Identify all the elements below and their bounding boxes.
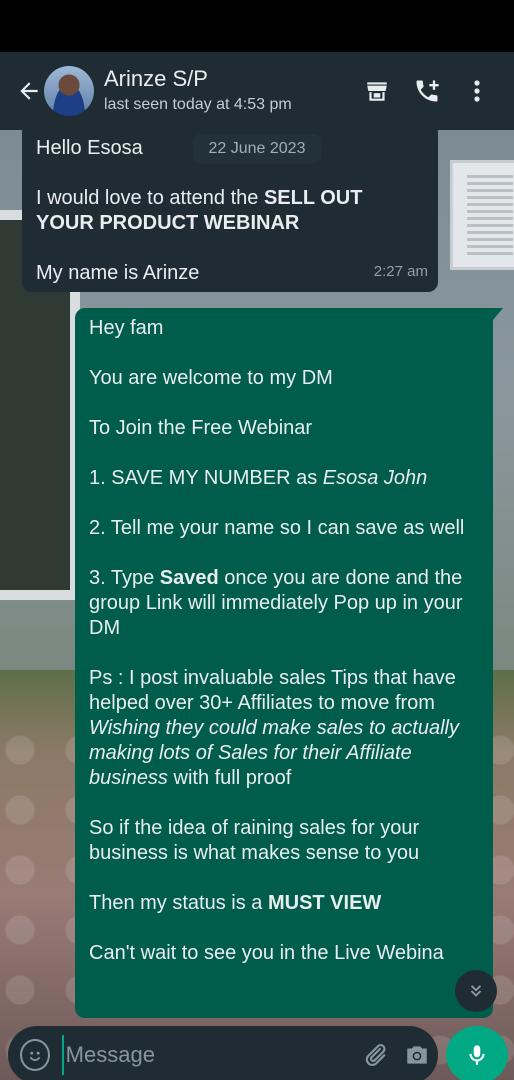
message-text: 2. Tell me your name so I can save as we… xyxy=(89,517,465,539)
message-input[interactable] xyxy=(61,1035,354,1075)
message-time: 2:27 am xyxy=(373,263,428,280)
message-text: Then my status is a MUST VIEW xyxy=(89,892,382,914)
emoji-icon[interactable] xyxy=(20,1039,50,1071)
arrow-left-icon[interactable] xyxy=(4,71,42,111)
wallpaper-air-conditioner xyxy=(450,160,514,270)
message-text: Can't wait to see you in the Live Webina xyxy=(89,942,444,964)
message-text: You are welcome to my DM xyxy=(89,367,333,389)
composer-bar xyxy=(0,1022,514,1080)
last-seen-text: last seen today at 4:53 pm xyxy=(104,96,292,113)
more-vert-icon[interactable] xyxy=(452,71,502,111)
composer-pill xyxy=(8,1026,438,1080)
message-text: To Join the Free Webinar xyxy=(89,417,313,439)
message-text: Ps : I post invaluable sales Tips that h… xyxy=(89,667,459,789)
avatar[interactable] xyxy=(44,66,94,116)
add-call-icon[interactable] xyxy=(402,71,452,111)
message-text: 1. SAVE MY NUMBER as Esosa John xyxy=(89,467,428,489)
chevron-double-down-icon[interactable] xyxy=(455,970,497,1012)
mic-icon[interactable] xyxy=(446,1026,508,1080)
date-chip: 22 June 2023 xyxy=(193,134,321,164)
message-text: 3. Type Saved once you are done and the … xyxy=(89,567,463,639)
status-bar xyxy=(0,0,514,52)
camera-icon[interactable] xyxy=(396,1035,438,1075)
message-text: I would love to attend the SELL OUT YOUR… xyxy=(36,187,363,234)
outgoing-message[interactable]: Hey fam You are welcome to my DM To Join… xyxy=(75,308,503,1018)
storefront-icon[interactable] xyxy=(352,71,402,111)
chat-area[interactable]: Hello Esosa I would love to attend the S… xyxy=(0,130,514,1080)
message-text: My name is Arinze xyxy=(36,262,200,284)
message-text: Hey fam xyxy=(89,317,164,339)
paperclip-icon[interactable] xyxy=(354,1035,396,1075)
contact-name: Arinze S/P xyxy=(104,66,208,91)
contact-info[interactable]: Arinze S/P last seen today at 4:53 pm xyxy=(104,66,352,116)
chat-header: Arinze S/P last seen today at 4:53 pm xyxy=(0,52,514,130)
message-text: So if the idea of raining sales for your… xyxy=(89,817,420,864)
